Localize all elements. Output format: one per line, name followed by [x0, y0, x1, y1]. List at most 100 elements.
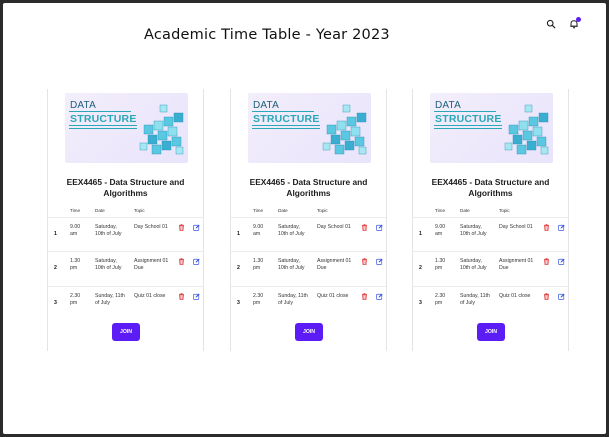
delete-icon[interactable]: [178, 293, 185, 300]
course-image-line1: DATA: [70, 100, 96, 111]
cube-graphic-icon: [139, 104, 184, 155]
edit-icon[interactable]: [193, 293, 200, 300]
join-button[interactable]: JOIN: [112, 323, 140, 341]
row-date: Sunday, 11th of July: [95, 293, 125, 306]
image-divider: [69, 111, 131, 112]
table-row: 1 9.00 am Saturday, 10th of July Day Sch…: [413, 217, 568, 251]
row-number: 3: [419, 300, 422, 306]
row-topic: Assignment 01 Due: [317, 258, 352, 271]
row-number: 2: [237, 265, 240, 271]
row-number: 2: [54, 265, 57, 271]
edit-icon[interactable]: [193, 258, 200, 265]
edit-icon[interactable]: [376, 293, 383, 300]
row-number: 1: [54, 231, 57, 237]
row-number: 3: [237, 300, 240, 306]
course-title: EEX4465 - Data Structure and Algorithms: [66, 177, 185, 198]
row-number: 2: [419, 265, 422, 271]
row-time: 9.00 am: [253, 224, 264, 237]
delete-icon[interactable]: [361, 224, 368, 231]
image-divider: [252, 125, 320, 126]
edit-icon[interactable]: [376, 224, 383, 231]
notification-badge: [576, 17, 581, 22]
row-time: 2.30 pm: [435, 293, 446, 306]
row-date: Saturday, 10th of July: [95, 224, 122, 237]
header-time: Time: [435, 208, 446, 213]
course-image-line2: STRUCTURE: [435, 113, 502, 125]
row-topic: Quiz 01 close: [317, 293, 349, 299]
delete-icon[interactable]: [543, 258, 550, 265]
course-card: DATA STRUCTURE EEX4465 - Data Structure …: [230, 89, 387, 351]
course-image-line1: DATA: [253, 100, 279, 111]
row-date: Saturday, 10th of July: [460, 224, 487, 237]
table-row: 1 9.00 am Saturday, 10th of July Day Sch…: [48, 217, 203, 251]
course-image-line2: STRUCTURE: [70, 113, 137, 125]
edit-icon[interactable]: [558, 258, 565, 265]
row-number: 1: [237, 231, 240, 237]
header-date: Date: [278, 208, 288, 213]
row-topic: Day School 01: [317, 224, 351, 230]
table-row: 2 1.30 pm Saturday, 10th of July Assignm…: [48, 251, 203, 285]
edit-icon[interactable]: [193, 224, 200, 231]
row-time: 1.30 pm: [435, 258, 446, 271]
table-header: Time Date Topic: [413, 206, 568, 216]
delete-icon[interactable]: [361, 258, 368, 265]
course-title: EEX4465 - Data Structure and Algorithms: [249, 177, 368, 198]
row-time: 1.30 pm: [253, 258, 264, 271]
header-topic: Topic: [499, 208, 510, 213]
row-number: 1: [419, 231, 422, 237]
row-topic: Quiz 01 close: [499, 293, 531, 299]
edit-icon[interactable]: [558, 293, 565, 300]
delete-icon[interactable]: [178, 258, 185, 265]
course-image: DATA STRUCTURE: [65, 93, 188, 163]
row-date: Saturday, 10th of July: [95, 258, 122, 271]
image-divider: [434, 125, 502, 126]
image-divider: [252, 111, 314, 112]
delete-icon[interactable]: [361, 293, 368, 300]
edit-icon[interactable]: [558, 224, 565, 231]
header-topic: Topic: [134, 208, 145, 213]
image-divider: [434, 111, 496, 112]
course-image: DATA STRUCTURE: [430, 93, 553, 163]
image-divider: [69, 125, 137, 126]
course-card: DATA STRUCTURE EEX4465 - Data Structure …: [47, 89, 204, 351]
row-date: Saturday, 10th of July: [460, 258, 487, 271]
row-topic: Day School 01: [499, 224, 533, 230]
table-header: Time Date Topic: [48, 206, 203, 216]
header-date: Date: [460, 208, 470, 213]
image-divider: [434, 128, 502, 129]
table-row: 2 1.30 pm Saturday, 10th of July Assignm…: [231, 251, 386, 285]
course-image-line1: DATA: [435, 100, 461, 111]
image-divider: [69, 128, 137, 129]
image-divider: [252, 128, 320, 129]
header-date: Date: [95, 208, 105, 213]
join-button[interactable]: JOIN: [295, 323, 323, 341]
delete-icon[interactable]: [543, 224, 550, 231]
table-row: 2 1.30 pm Saturday, 10th of July Assignm…: [413, 251, 568, 285]
delete-icon[interactable]: [178, 224, 185, 231]
cube-graphic-icon: [504, 104, 549, 155]
search-icon[interactable]: [546, 19, 556, 29]
bell-icon[interactable]: [569, 17, 581, 29]
row-topic: Assignment 01 Due: [134, 258, 169, 271]
row-time: 9.00 am: [70, 224, 81, 237]
row-date: Saturday, 10th of July: [278, 224, 305, 237]
edit-icon[interactable]: [376, 258, 383, 265]
table-row: 3 2.30 pm Sunday, 11th of July Quiz 01 c…: [413, 286, 568, 320]
row-topic: Quiz 01 close: [134, 293, 166, 299]
join-button[interactable]: JOIN: [477, 323, 505, 341]
row-date: Sunday, 11th of July: [460, 293, 490, 306]
row-date: Sunday, 11th of July: [278, 293, 308, 306]
row-topic: Assignment 01 Due: [499, 258, 534, 271]
row-time: 2.30 pm: [253, 293, 264, 306]
header-time: Time: [253, 208, 264, 213]
row-date: Saturday, 10th of July: [278, 258, 305, 271]
row-time: 2.30 pm: [70, 293, 81, 306]
header-time: Time: [70, 208, 81, 213]
row-number: 3: [54, 300, 57, 306]
row-time: 9.00 am: [435, 224, 446, 237]
top-toolbar: [546, 17, 581, 29]
app-window: Academic Time Table - Year 2023 DATA STR…: [3, 3, 606, 434]
header-topic: Topic: [317, 208, 328, 213]
delete-icon[interactable]: [543, 293, 550, 300]
table-row: 3 2.30 pm Sunday, 11th of July Quiz 01 c…: [48, 286, 203, 320]
